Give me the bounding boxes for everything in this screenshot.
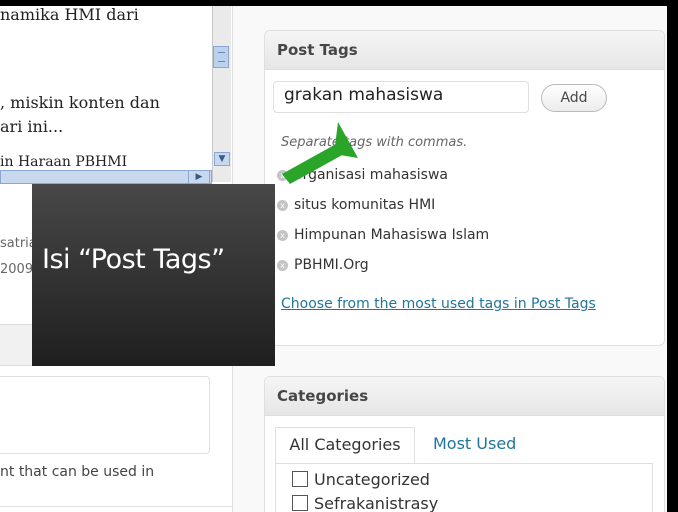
right-border (667, 0, 678, 512)
category-checkbox[interactable] (292, 471, 308, 487)
tab-most-used[interactable]: Most Used (433, 427, 516, 461)
tag-item: x Himpunan Mahasiswa Islam (277, 227, 489, 243)
add-tag-button[interactable]: Add (541, 84, 607, 112)
editor-horizontal-scrollbar[interactable] (0, 170, 212, 184)
excerpt-hint: nt that can be used in (0, 464, 155, 480)
editor-line: namika HMI dari (0, 6, 139, 24)
category-label: Uncategorized (314, 470, 430, 489)
category-checkbox[interactable] (292, 495, 308, 511)
tab-all-categories[interactable]: All Categories (275, 427, 415, 463)
scroll-down-arrow-icon[interactable]: ▼ (214, 152, 230, 166)
scroll-thumb[interactable] (213, 46, 229, 68)
editor-line: ari ini... (0, 117, 64, 136)
caption-overlay: Isi “Post Tags” (32, 184, 275, 366)
admin-screen: namika HMI dari , miskin konten dan ari … (0, 6, 667, 512)
categories-header[interactable]: Categories (265, 377, 664, 416)
post-editor[interactable]: namika HMI dari , miskin konten dan ari … (0, 6, 214, 178)
tag-item: x PBHMI.Org (277, 257, 369, 273)
category-list: Uncategorized Sefrakanistrasy (275, 463, 653, 512)
remove-tag-icon[interactable]: x (277, 200, 288, 211)
scroll-right-arrow-icon[interactable]: ▶ (188, 170, 210, 184)
caption-text: Isi “Post Tags” (42, 244, 225, 275)
categories-box: Categories All Categories Most Used Unca… (264, 376, 665, 512)
category-label: Sefrakanistrasy (314, 494, 439, 512)
category-item[interactable]: Sefrakanistrasy (292, 494, 438, 512)
editor-line: in Haraan PBHMI (0, 154, 128, 170)
excerpt-textarea[interactable] (0, 376, 210, 454)
post-tags-header[interactable]: Post Tags (265, 31, 664, 70)
category-item[interactable]: Uncategorized (292, 470, 430, 489)
tag-item: x situs komunitas HMI (277, 197, 435, 213)
tag-label: PBHMI.Org (294, 257, 369, 273)
divider (0, 506, 232, 507)
tag-label: Himpunan Mahasiswa Islam (294, 227, 490, 243)
most-used-tags-link[interactable]: Choose from the most used tags in Post T… (281, 293, 637, 315)
tag-input[interactable]: grakan mahasiswa (273, 81, 529, 113)
tag-label: situs komunitas HMI (294, 197, 436, 213)
post-tags-title: Post Tags (277, 41, 358, 59)
categories-title: Categories (277, 387, 369, 405)
remove-tag-icon[interactable]: x (277, 230, 288, 241)
remove-tag-icon[interactable]: x (277, 260, 288, 271)
pointer-arrow-icon (282, 122, 358, 184)
